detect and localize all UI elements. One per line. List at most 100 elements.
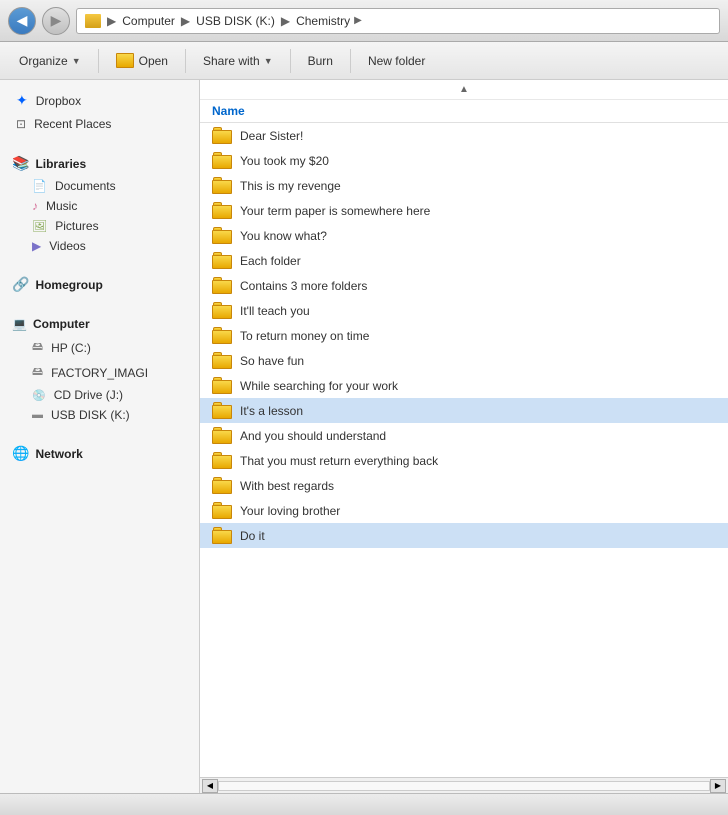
- recent-places-icon: ⊡: [16, 117, 26, 131]
- sidebar-computer-section[interactable]: 💻 Computer: [0, 307, 199, 335]
- share-dropdown-arrow: ▼: [264, 56, 273, 66]
- network-icon: 🌐: [12, 445, 29, 462]
- file-name: It's a lesson: [240, 404, 303, 418]
- h-scroll-right-btn[interactable]: ▶: [710, 779, 726, 793]
- organize-button[interactable]: Organize ▼: [8, 49, 92, 73]
- list-item[interactable]: And you should understand: [200, 423, 728, 448]
- folder-icon: [85, 14, 101, 28]
- up-arrow-area: ▲: [200, 80, 728, 100]
- toolbar: Organize ▼ Open Share with ▼ Burn New fo…: [0, 42, 728, 80]
- forward-icon: ▶: [51, 12, 62, 29]
- h-scroll-left-btn[interactable]: ◀: [202, 779, 218, 793]
- sidebar-item-factory[interactable]: 🖴 FACTORY_IMAGI: [0, 360, 199, 385]
- list-item[interactable]: You took my $20: [200, 148, 728, 173]
- list-item[interactable]: Dear Sister!: [200, 123, 728, 148]
- address-usb[interactable]: USB DISK (K:): [196, 14, 275, 28]
- usb-disk-label: USB DISK (K:): [51, 408, 130, 422]
- list-item[interactable]: Contains 3 more folders: [200, 273, 728, 298]
- sidebar-item-usb-disk[interactable]: ▬ USB DISK (K:): [0, 405, 199, 425]
- documents-label: Documents: [55, 179, 116, 193]
- list-item[interactable]: Your loving brother: [200, 498, 728, 523]
- homegroup-icon: 🔗: [12, 276, 29, 293]
- file-name: Do it: [240, 529, 265, 543]
- address-computer[interactable]: Computer: [122, 14, 175, 28]
- file-name: While searching for your work: [240, 379, 398, 393]
- file-scroll-area[interactable]: Dear Sister!You took my $20This is my re…: [200, 123, 728, 777]
- open-label: Open: [139, 54, 168, 68]
- organize-label: Organize: [19, 54, 68, 68]
- cd-drive-label: CD Drive (J:): [54, 388, 123, 402]
- back-button[interactable]: ◀: [8, 7, 36, 35]
- list-item[interactable]: So have fun: [200, 348, 728, 373]
- back-icon: ◀: [17, 12, 28, 29]
- burn-button[interactable]: Burn: [297, 49, 344, 73]
- file-name: Each folder: [240, 254, 301, 268]
- list-item[interactable]: While searching for your work: [200, 373, 728, 398]
- list-item[interactable]: Your term paper is somewhere here: [200, 198, 728, 223]
- sidebar-item-recent-places[interactable]: ⊡ Recent Places: [0, 113, 199, 135]
- address-bar[interactable]: ▶ Computer ▶ USB DISK (K:) ▶ Chemistry ▶: [76, 8, 720, 34]
- name-column-header[interactable]: Name: [212, 104, 245, 118]
- libraries-icon: 📚: [12, 155, 29, 172]
- sidebar-item-music[interactable]: ♪ Music: [0, 196, 199, 216]
- h-scroll-track: [218, 781, 710, 791]
- sidebar-libraries-section[interactable]: 📚 Libraries: [0, 145, 199, 176]
- file-name: And you should understand: [240, 429, 386, 443]
- address-separator-3: ▶: [281, 14, 290, 28]
- file-area: ▲ Name Dear Sister!You took my $20This i…: [200, 80, 728, 793]
- horizontal-scrollbar[interactable]: ◀ ▶: [200, 777, 728, 793]
- file-list-header[interactable]: Name: [200, 100, 728, 123]
- file-name: With best regards: [240, 479, 334, 493]
- file-name: To return money on time: [240, 329, 369, 343]
- sidebar-item-cd-drive[interactable]: 💿 CD Drive (J:): [0, 385, 199, 405]
- hp-drive-label: HP (C:): [51, 341, 91, 355]
- file-name: You know what?: [240, 229, 327, 243]
- sidebar-item-hp-drive[interactable]: 🖴 HP (C:): [0, 335, 199, 360]
- organize-dropdown-arrow: ▼: [72, 56, 81, 66]
- sidebar-network-section[interactable]: 🌐 Network: [0, 435, 199, 466]
- libraries-label: Libraries: [35, 157, 86, 171]
- videos-icon: ▶: [32, 239, 41, 253]
- list-item[interactable]: With best regards: [200, 473, 728, 498]
- file-name: Contains 3 more folders: [240, 279, 367, 293]
- list-item[interactable]: You know what?: [200, 223, 728, 248]
- sidebar: ✦ Dropbox ⊡ Recent Places 📚 Libraries 📄 …: [0, 80, 200, 793]
- music-icon: ♪: [32, 199, 38, 213]
- list-item[interactable]: Do it: [200, 523, 728, 548]
- folder-icon: [212, 527, 232, 544]
- forward-button[interactable]: ▶: [42, 7, 70, 35]
- sidebar-item-dropbox[interactable]: ✦ Dropbox: [0, 88, 199, 113]
- folder-icon: [212, 402, 232, 419]
- factory-label: FACTORY_IMAGI: [51, 366, 148, 380]
- address-arrow: ▶: [354, 15, 362, 26]
- videos-label: Videos: [49, 239, 85, 253]
- file-name: So have fun: [240, 354, 304, 368]
- network-label: Network: [35, 447, 82, 461]
- folder-icon: [212, 277, 232, 294]
- folder-icon: [212, 152, 232, 169]
- sidebar-spacer-4: [0, 425, 199, 435]
- sidebar-homegroup-section[interactable]: 🔗 Homegroup: [0, 266, 199, 297]
- sidebar-item-pictures[interactable]: 🖼 Pictures: [0, 216, 199, 236]
- list-item[interactable]: That you must return everything back: [200, 448, 728, 473]
- list-item[interactable]: This is my revenge: [200, 173, 728, 198]
- address-chemistry[interactable]: Chemistry: [296, 14, 350, 28]
- address-separator-2: ▶: [181, 14, 190, 28]
- list-item[interactable]: It'll teach you: [200, 298, 728, 323]
- open-button[interactable]: Open: [105, 48, 179, 73]
- sidebar-item-videos[interactable]: ▶ Videos: [0, 236, 199, 256]
- share-with-label: Share with: [203, 54, 260, 68]
- list-item[interactable]: To return money on time: [200, 323, 728, 348]
- folder-icon: [212, 477, 232, 494]
- file-name: Your term paper is somewhere here: [240, 204, 430, 218]
- burn-label: Burn: [308, 54, 333, 68]
- list-item[interactable]: Each folder: [200, 248, 728, 273]
- new-folder-label: New folder: [368, 54, 425, 68]
- sidebar-item-documents[interactable]: 📄 Documents: [0, 176, 199, 196]
- main-area: ✦ Dropbox ⊡ Recent Places 📚 Libraries 📄 …: [0, 80, 728, 793]
- list-item[interactable]: It's a lesson: [200, 398, 728, 423]
- sidebar-spacer-1: [0, 135, 199, 145]
- new-folder-button[interactable]: New folder: [357, 49, 436, 73]
- share-with-button[interactable]: Share with ▼: [192, 49, 284, 73]
- file-name: Your loving brother: [240, 504, 340, 518]
